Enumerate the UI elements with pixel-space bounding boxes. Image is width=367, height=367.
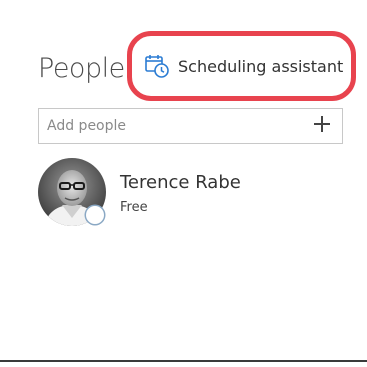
add-people-input[interactable] — [39, 109, 299, 143]
add-people-button[interactable] — [306, 109, 338, 143]
section-title: People — [38, 53, 125, 84]
scheduling-assistant-button[interactable]: Scheduling assistant — [127, 31, 356, 101]
presence-indicator — [86, 206, 104, 224]
attendee-item[interactable]: Terence Rabe Free — [38, 158, 343, 228]
people-pane: People Scheduling assistant Add people T… — [0, 0, 367, 367]
add-people-field — [38, 108, 343, 144]
scheduling-assistant-label: Scheduling assistant — [178, 56, 344, 76]
attendee-name: Terence Rabe — [120, 172, 241, 193]
attendee-status: Free — [120, 200, 148, 215]
plus-icon — [313, 115, 331, 137]
calendar-clock-icon — [144, 53, 170, 79]
divider — [0, 360, 367, 362]
